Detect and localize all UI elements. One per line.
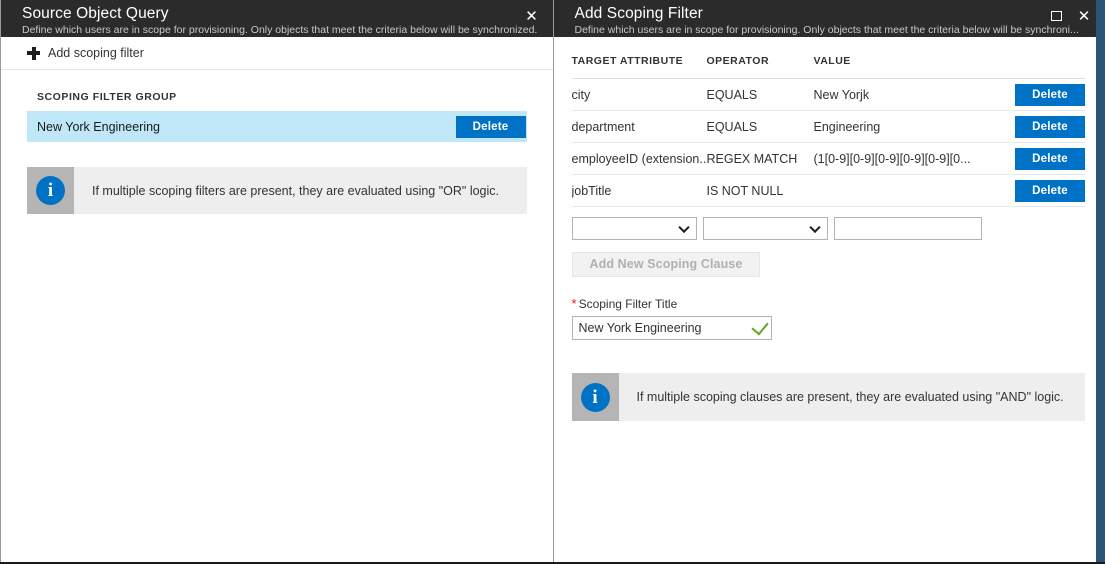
scoping-filter-title-input[interactable]	[572, 316, 772, 340]
right-blade-window-controls: ✕	[1043, 4, 1097, 28]
cell-target-attribute: city	[572, 79, 707, 111]
scoping-filter-list-item[interactable]: New York Engineering Delete	[27, 111, 527, 142]
close-icon: ✕	[525, 9, 538, 24]
info-icon-cell: i	[572, 373, 619, 421]
left-blade-title: Source Object Query	[22, 5, 539, 22]
left-blade-toolbar: Add scoping filter	[1, 37, 553, 70]
info-icon: i	[581, 383, 610, 412]
scoping-filter-title-label-text: Scoping Filter Title	[579, 297, 678, 311]
cell-actions: Delete	[1007, 143, 1085, 175]
add-scoping-filter-button[interactable]: Add scoping filter	[27, 37, 154, 69]
column-header-target-attribute: TARGET ATTRIBUTE	[572, 55, 707, 79]
maximize-icon	[1051, 11, 1062, 21]
left-info-banner-text: If multiple scoping filters are present,…	[74, 167, 513, 214]
table-head: TARGET ATTRIBUTE OPERATOR VALUE	[572, 55, 1086, 79]
right-blade-header: Add Scoping Filter Define which users ar…	[554, 0, 1105, 37]
cell-operator: IS NOT NULL	[707, 175, 814, 207]
column-header-operator: OPERATOR	[707, 55, 814, 79]
left-blade-window-controls: ✕	[519, 4, 545, 28]
left-blade-subtitle: Define which users are in scope for prov…	[22, 23, 539, 37]
cell-target-attribute: employeeID (extension...	[572, 143, 707, 175]
add-scoping-filter-label: Add scoping filter	[48, 46, 144, 60]
chevron-down-icon	[809, 221, 820, 232]
cell-value: (1[0-9][0-9][0-9][0-9][0-9][0...	[814, 143, 1008, 175]
add-new-scoping-clause-button[interactable]: Add New Scoping Clause	[572, 252, 761, 277]
table-body: city EQUALS New Yorjk Delete department …	[572, 79, 1086, 207]
left-blade-close-button[interactable]: ✕	[519, 4, 545, 28]
cell-value: Engineering	[814, 111, 1008, 143]
delete-clause-button[interactable]: Delete	[1015, 116, 1085, 138]
left-blade-header: Source Object Query Define which users a…	[1, 0, 553, 37]
table-row: department EQUALS Engineering Delete	[572, 111, 1086, 143]
delete-clause-button[interactable]: Delete	[1015, 84, 1085, 106]
left-blade-body: Add scoping filter SCOPING FILTER GROUP …	[1, 37, 553, 564]
scoping-filter-name: New York Engineering	[37, 120, 456, 134]
scoping-filter-title-label: *Scoping Filter Title	[572, 296, 1105, 311]
close-icon: ✕	[1078, 9, 1091, 24]
portal-window: Source Object Query Define which users a…	[0, 0, 1105, 564]
scoping-filter-title-input-wrap	[572, 316, 772, 340]
cell-value: New Yorjk	[814, 79, 1008, 111]
clause-value-input[interactable]	[834, 217, 982, 240]
cell-operator: EQUALS	[707, 111, 814, 143]
table-header-row: TARGET ATTRIBUTE OPERATOR VALUE	[572, 55, 1086, 79]
operator-select[interactable]	[703, 217, 828, 240]
cell-operator: EQUALS	[707, 79, 814, 111]
right-blade-subtitle: Define which users are in scope for prov…	[575, 23, 1092, 37]
blade-edge-accent	[1096, 0, 1105, 564]
cell-actions: Delete	[1007, 111, 1085, 143]
scoping-filter-group-label: SCOPING FILTER GROUP	[1, 70, 553, 111]
table-row: employeeID (extension... REGEX MATCH (1[…	[572, 143, 1086, 175]
target-attribute-select[interactable]	[572, 217, 697, 240]
left-info-banner: i If multiple scoping filters are presen…	[27, 167, 527, 214]
delete-clause-button[interactable]: Delete	[1015, 180, 1085, 202]
info-icon: i	[36, 176, 65, 205]
right-blade-close-button[interactable]: ✕	[1071, 4, 1097, 28]
right-info-banner: i If multiple scoping clauses are presen…	[572, 373, 1086, 421]
required-marker: *	[572, 296, 577, 311]
scoping-clauses-table: TARGET ATTRIBUTE OPERATOR VALUE city EQU…	[572, 55, 1086, 207]
cell-value	[814, 175, 1008, 207]
cell-actions: Delete	[1007, 79, 1085, 111]
plus-icon	[27, 47, 40, 60]
chevron-down-icon	[678, 221, 689, 232]
right-blade-maximize-button[interactable]	[1043, 4, 1069, 28]
right-blade-title: Add Scoping Filter	[575, 5, 1092, 22]
table-row: city EQUALS New Yorjk Delete	[572, 79, 1086, 111]
cell-operator: REGEX MATCH	[707, 143, 814, 175]
scoping-clauses-table-wrap: TARGET ATTRIBUTE OPERATOR VALUE city EQU…	[554, 37, 1105, 207]
info-icon-cell: i	[27, 167, 74, 214]
cell-target-attribute: jobTitle	[572, 175, 707, 207]
right-blade-body: TARGET ATTRIBUTE OPERATOR VALUE city EQU…	[554, 37, 1105, 564]
column-header-value: VALUE	[814, 55, 1008, 79]
blade-add-scoping-filter: Add Scoping Filter Define which users ar…	[554, 0, 1105, 564]
blade-source-object-query: Source Object Query Define which users a…	[0, 0, 553, 564]
delete-scoping-filter-button[interactable]: Delete	[456, 116, 526, 138]
table-row: jobTitle IS NOT NULL Delete	[572, 175, 1086, 207]
column-header-actions	[1007, 55, 1085, 79]
new-clause-editor	[554, 207, 1105, 240]
scoping-filter-title-field: *Scoping Filter Title	[554, 277, 1105, 340]
cell-target-attribute: department	[572, 111, 707, 143]
delete-clause-button[interactable]: Delete	[1015, 148, 1085, 170]
right-info-banner-text: If multiple scoping clauses are present,…	[619, 373, 1078, 421]
cell-actions: Delete	[1007, 175, 1085, 207]
